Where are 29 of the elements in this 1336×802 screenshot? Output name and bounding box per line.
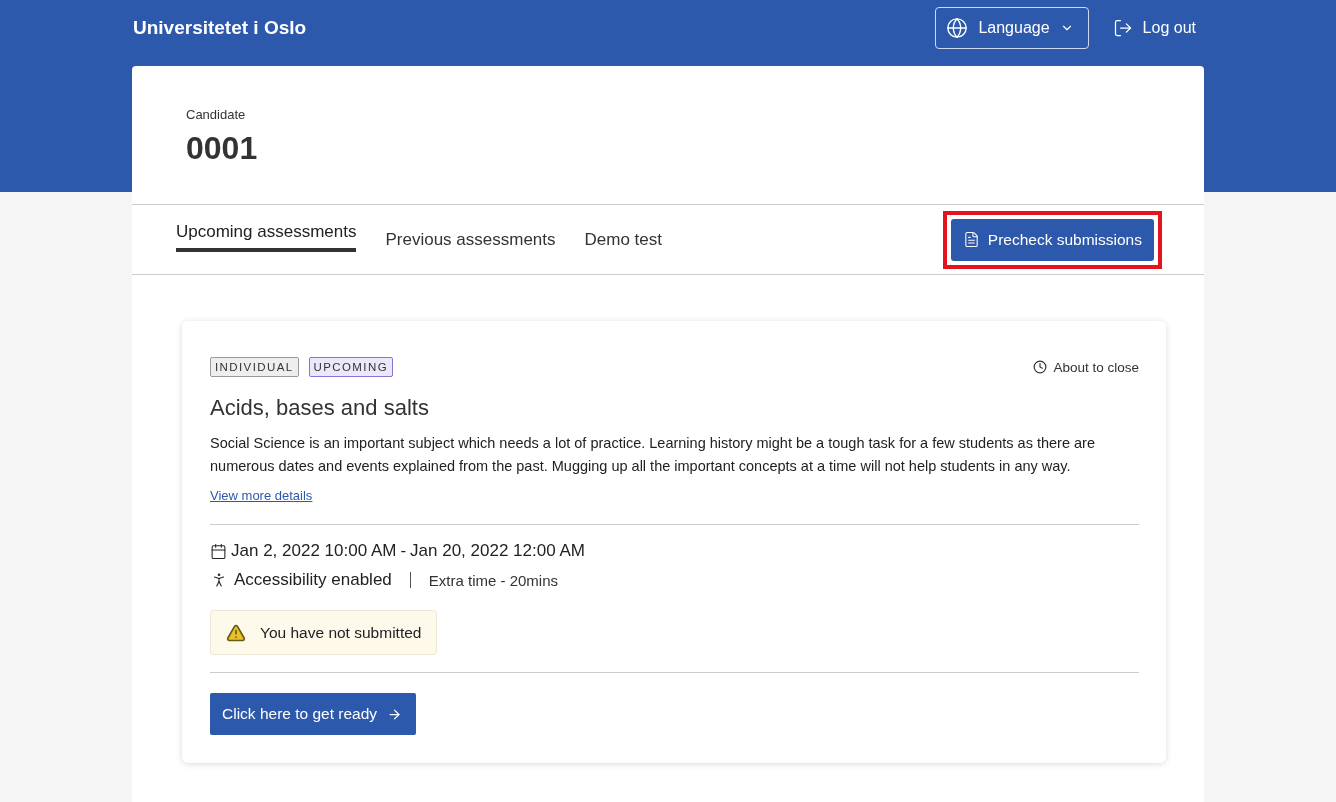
- clock-icon: [1033, 360, 1048, 374]
- view-details-link[interactable]: View more details: [210, 488, 313, 503]
- language-button[interactable]: Language: [935, 7, 1089, 49]
- extra-time-text: Extra time - 20mins: [428, 571, 558, 589]
- assessment-description: Social Science is an important subject which needs a lot of practice. Learning history might be a tough task for a few students as there are numerous dates and events explained from the past. Mugging up all the important concepts at a time will not help students in any way.: [210, 434, 1096, 476]
- candidate-label: Candidate: [186, 107, 247, 122]
- logout-button[interactable]: Log out: [1112, 18, 1196, 38]
- start-date: Jan 2, 2022 10:00 AM: [231, 541, 397, 561]
- university-name: Universitetet i Oslo: [133, 17, 307, 39]
- status-text: About to close: [1053, 359, 1139, 375]
- arrow-right-icon: [387, 706, 403, 722]
- tag: INDIVIDUAL: [210, 357, 299, 377]
- tab[interactable]: Upcoming assessments: [176, 221, 357, 252]
- tag: UPCOMING: [308, 357, 393, 377]
- get-ready-button[interactable]: Click here to get ready: [210, 693, 417, 735]
- assessment-title: Acids, bases and salts: [210, 395, 430, 421]
- warning-icon: [226, 622, 246, 643]
- candidate-number: 0001: [186, 130, 259, 167]
- globe-icon: [946, 17, 969, 39]
- tab[interactable]: Previous assessments: [385, 229, 556, 250]
- precheck-button[interactable]: Precheck submissions: [950, 218, 1154, 261]
- end-date: Jan 20, 2022 12:00 AM: [410, 541, 585, 561]
- accessibility-text: Accessibility enabled: [234, 570, 392, 590]
- date-separator: -: [400, 541, 407, 561]
- logout-icon: [1112, 18, 1133, 38]
- calendar-icon: [210, 542, 227, 560]
- warning-text: You have not submitted: [260, 623, 422, 642]
- tab[interactable]: Demo test: [584, 229, 663, 250]
- document-icon: [962, 231, 980, 248]
